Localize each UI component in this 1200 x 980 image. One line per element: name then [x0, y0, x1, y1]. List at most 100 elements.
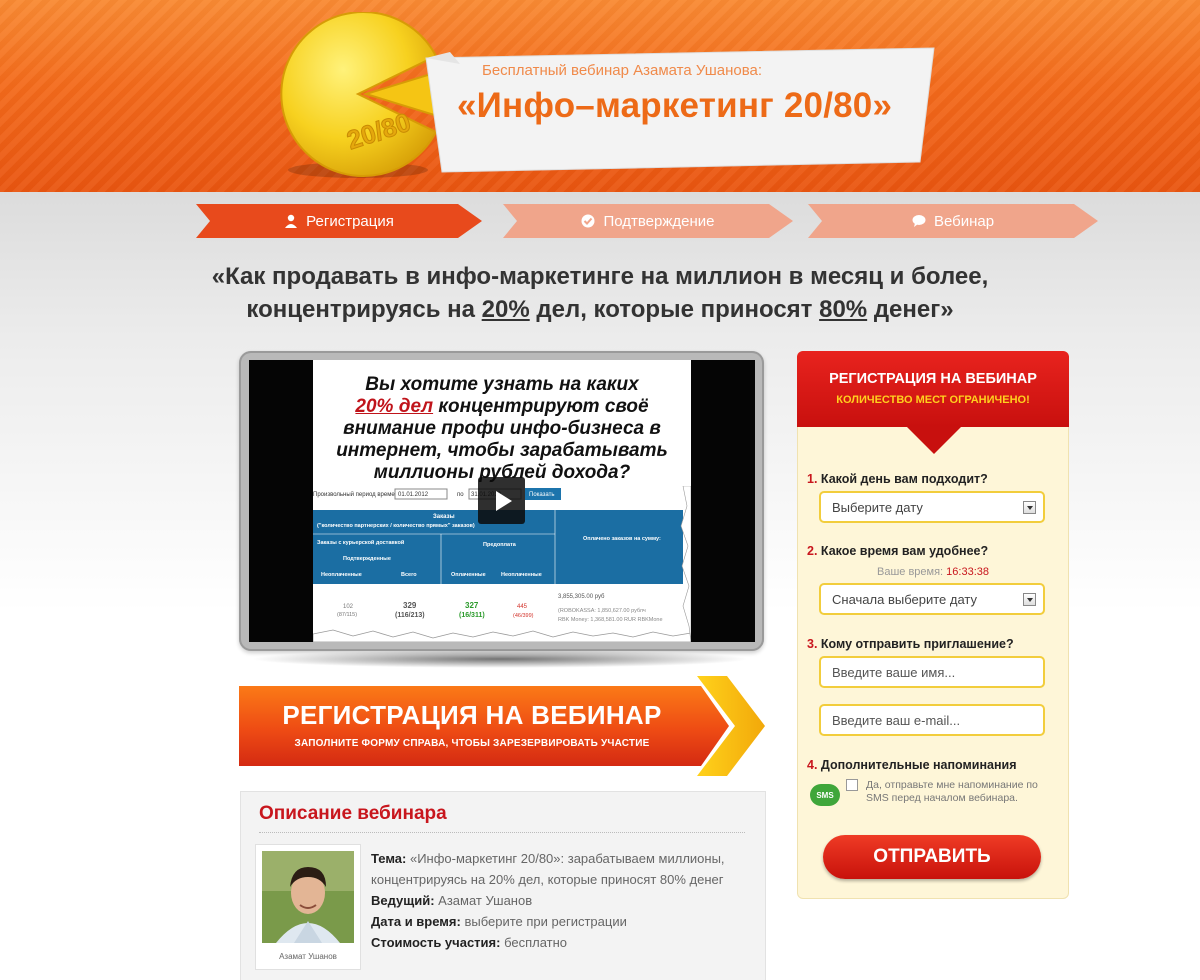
description-title: Описание вебинара — [259, 803, 447, 824]
chat-bubble-icon — [912, 215, 926, 227]
field-label: Дата и время: — [371, 914, 461, 929]
form-subtitle: КОЛИЧЕСТВО МЕСТ ОГРАНИЧЕНО! — [836, 394, 1030, 406]
table-text: 102 — [343, 604, 354, 610]
step-label: Подтверждение — [603, 212, 715, 230]
table-text: (116/213) — [395, 612, 425, 619]
description-topic: Тема: «Инфо-маркетинг 20/80»: зарабатыва… — [371, 848, 763, 890]
sms-reminder-label[interactable]: Да, отправьте мне напоминание по SMS пер… — [866, 779, 1056, 805]
description-host: Ведущий: Азамат Ушанов — [371, 890, 763, 911]
question-reminders: 4. Дополнительные напоминания — [807, 758, 1017, 772]
question-number: 2. — [807, 544, 818, 558]
slide-line: интернет, чтобы зарабатывать — [336, 440, 668, 461]
field-label: Тема: — [371, 851, 407, 866]
register-banner-title: РЕГИСТРАЦИЯ НА ВЕБИНАР — [282, 700, 662, 730]
form-title: РЕГИСТРАЦИЯ НА ВЕБИНАР — [829, 371, 1037, 387]
step-registration[interactable]: Регистрация — [196, 204, 482, 238]
form-header-notch — [906, 426, 962, 454]
email-input[interactable] — [819, 704, 1045, 736]
headline-text: денег» — [867, 296, 954, 323]
table-text: Оплаченные — [451, 572, 486, 578]
local-time-note: Ваше время: 16:33:38 — [797, 566, 1069, 578]
banner-title: «Инфо–маркетинг 20/80» — [457, 86, 893, 125]
table-text: Неоплаченные — [501, 572, 542, 578]
headline-text: дел, которые приносят — [529, 296, 820, 323]
table-text: ("количество партнерских / количество пр… — [317, 523, 475, 529]
play-button[interactable] — [478, 477, 525, 524]
field-label: Ведущий: — [371, 893, 435, 908]
table-text: (ROBOKASSA: 1,850,627.00 рублч — [558, 608, 646, 614]
field-label: Стоимость участия: — [371, 935, 501, 950]
table-text: Предоплата — [483, 542, 517, 548]
step-webinar[interactable]: Вебинар — [808, 204, 1098, 238]
local-time-label: Ваше время: — [877, 566, 944, 578]
headline-text: концентрируясь на — [246, 296, 482, 323]
table-text: 3,855,305.00 руб — [558, 594, 605, 600]
video-shadow — [250, 650, 750, 668]
slide-line: 20% дел концентрируют своё — [319, 396, 685, 418]
speaker-photo-caption: Азамат Ушанов — [279, 952, 337, 961]
headline-line-1: «Как продавать в инфо-маркетинге на милл… — [211, 263, 989, 290]
description-date: Дата и время: выберите при регистрации — [371, 911, 763, 932]
table-text: Неоплаченные — [321, 572, 362, 578]
local-time-value: 16:33:38 — [946, 566, 989, 578]
question-number: 3. — [807, 637, 818, 651]
table-text: Показать — [529, 492, 555, 498]
page-headline: «Как продавать в инфо-маркетинге на милл… — [150, 260, 1050, 326]
slide-highlight: 20% дел — [355, 396, 434, 417]
time-select[interactable]: Сначала выберите дату — [819, 583, 1045, 615]
question-recipient: 3. Кому отправить приглашение? — [807, 637, 1014, 651]
slide-line: внимание профи инфо-бизнеса в — [343, 418, 661, 439]
table-text: Заказы — [433, 514, 455, 520]
step-label: Вебинар — [933, 212, 995, 230]
field-value: Азамат Ушанов — [434, 893, 533, 908]
question-text: Какое время вам удобнее? — [817, 544, 989, 558]
speaker-photo — [262, 851, 354, 943]
table-text: (87/115) — [337, 612, 357, 618]
question-number: 4. — [807, 758, 818, 772]
field-value: «Инфо-маркетинг 20/80»: зарабатываем мил… — [371, 851, 725, 887]
video-player[interactable]: Вы хотите узнать на каких 20% дел концен… — [249, 360, 755, 642]
field-value: бесплатно — [500, 935, 568, 950]
video-slide-question: Вы хотите узнать на каких 20% дел концен… — [319, 374, 685, 484]
table-text: 329 — [403, 601, 417, 610]
form-header — [797, 351, 1069, 427]
table-text: 327 — [465, 601, 479, 610]
question-text: Дополнительные напоминания — [817, 758, 1017, 772]
time-select-value: Сначала выберите дату — [832, 591, 977, 607]
question-time: 2. Какое время вам удобнее? — [807, 544, 988, 558]
question-number: 1. — [807, 472, 818, 486]
headline-line-2: концентрируясь на 20% дел, которые прино… — [150, 293, 1050, 326]
description-price: Стоимость участия: бесплатно — [371, 932, 763, 953]
divider — [259, 832, 745, 833]
headline-highlight: 80% — [819, 296, 868, 323]
user-icon — [285, 214, 298, 228]
sms-reminder-checkbox[interactable] — [846, 779, 858, 791]
chevron-down-icon[interactable] — [1023, 501, 1036, 514]
question-text: Какой день вам подходит? — [817, 472, 988, 486]
table-text: 445 — [517, 604, 528, 610]
step-confirmation[interactable]: Подтверждение — [503, 204, 793, 238]
banner-subtitle: Бесплатный вебинар Азамата Ушанова: — [482, 62, 763, 79]
sms-icon: SMS — [810, 784, 840, 806]
question-day: 1. Какой день вам подходит? — [807, 472, 988, 486]
table-text: (46/399) — [513, 613, 534, 619]
table-text: Произвольный период времени: с — [313, 491, 408, 498]
table-text: Подтвержденные — [343, 556, 391, 562]
headline-highlight: 20% — [481, 296, 530, 323]
table-text: RBK Money: 1,368,581.00 RUR RBKMone — [558, 617, 663, 623]
slide-line: Вы хотите узнать на каких — [365, 374, 639, 395]
step-label: Регистрация — [306, 212, 394, 230]
table-text: Заказы с курьерской доставкой — [317, 539, 404, 546]
question-text: Кому отправить приглашение? — [817, 637, 1014, 651]
table-text: (16/311) — [459, 612, 485, 619]
day-select-value: Выберите дату — [832, 499, 923, 515]
table-text: по — [457, 492, 464, 498]
name-input[interactable] — [819, 656, 1045, 688]
slide-text: концентрируют своё — [433, 396, 649, 417]
table-text: Всего — [401, 572, 417, 578]
register-banner-subtitle: ЗАПОЛНИТЕ ФОРМУ СПРАВА, ЧТОБЫ ЗАРЕЗЕРВИР… — [294, 738, 650, 749]
day-select[interactable]: Выберите дату — [819, 491, 1045, 523]
submit-button[interactable]: ОТПРАВИТЬ — [823, 835, 1041, 879]
chevron-down-icon[interactable] — [1023, 593, 1036, 606]
description-details: Тема: «Инфо-маркетинг 20/80»: зарабатыва… — [371, 848, 763, 953]
